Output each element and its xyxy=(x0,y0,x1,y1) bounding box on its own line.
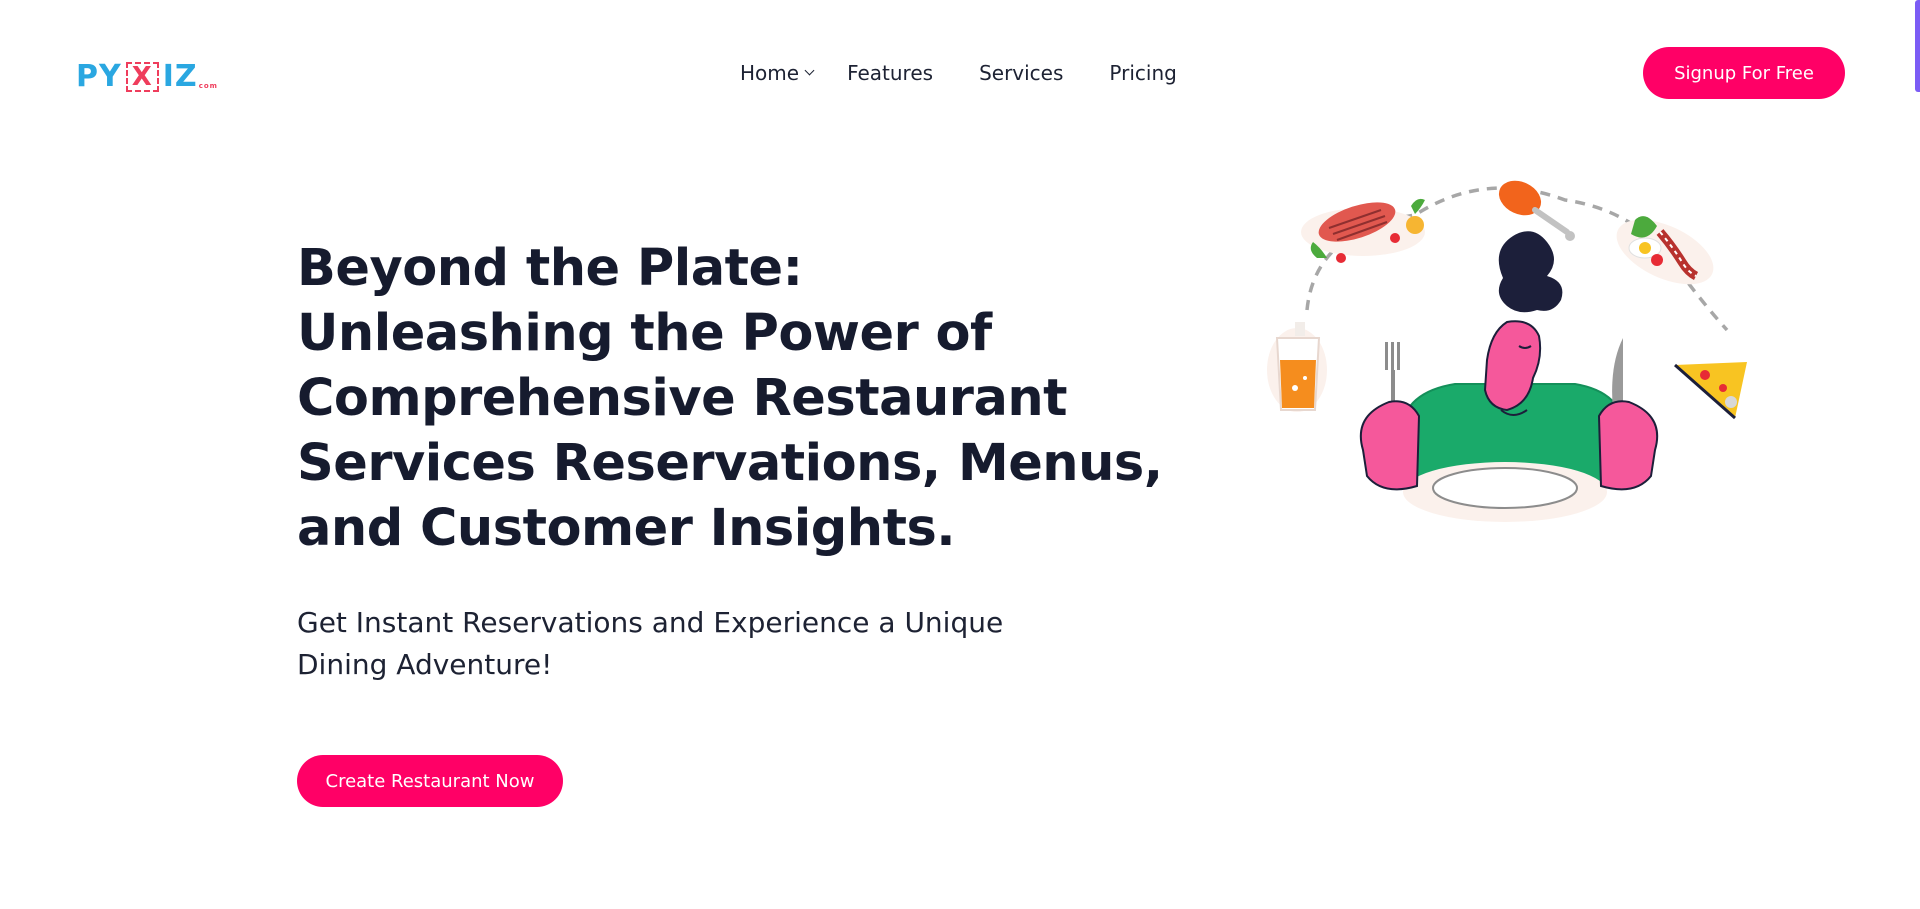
logo-text-right: IZ xyxy=(162,59,198,94)
hero-title-line: Beyond the Plate: xyxy=(297,239,803,298)
steak-icon xyxy=(1301,198,1425,263)
eggs-bacon-icon xyxy=(1616,216,1714,285)
hero-title-line: and Customer Insights. xyxy=(297,499,956,558)
nav-item-home[interactable]: Home xyxy=(740,61,815,85)
brand-logo[interactable]: PY X IZ com xyxy=(76,56,218,92)
logo-tag: com xyxy=(198,82,218,90)
hero-subtitle: Get Instant Reservations and Experience … xyxy=(297,602,1057,686)
logo-text-middle: X xyxy=(125,62,159,92)
create-restaurant-button[interactable]: Create Restaurant Now xyxy=(297,755,563,807)
chicken-leg-icon xyxy=(1498,180,1575,241)
pizza-slice-icon xyxy=(1674,362,1747,420)
person-figure xyxy=(1359,231,1659,522)
hero-subtitle-line: Dining Adventure! xyxy=(297,648,553,681)
signup-button[interactable]: Signup For Free xyxy=(1643,47,1845,99)
nav-item-services-label: Services xyxy=(979,61,1064,85)
chevron-down-icon xyxy=(804,65,815,76)
hero-illustration xyxy=(1267,180,1747,522)
site-header: PY X IZ com Home Features Services Prici… xyxy=(0,0,1920,148)
drink-glass-icon xyxy=(1267,322,1327,412)
logo-text-left: PY xyxy=(76,59,122,94)
nav-item-services[interactable]: Services xyxy=(979,61,1063,85)
hero-subtitle-line: Get Instant Reservations and Experience … xyxy=(297,606,1004,639)
nav-item-pricing-label: Pricing xyxy=(1109,61,1177,85)
nav-item-features-label: Features xyxy=(847,61,934,85)
main-nav: Home Features Services Pricing xyxy=(740,58,1177,88)
hero-title-line: Comprehensive Restaurant xyxy=(297,369,1068,428)
hero-title-line: Unleashing the Power of xyxy=(297,304,992,363)
hero-title-line: Services Reservations, Menus, xyxy=(297,434,1163,493)
nav-item-home-label: Home xyxy=(740,61,800,85)
nav-item-features[interactable]: Features xyxy=(847,61,933,85)
nav-item-pricing[interactable]: Pricing xyxy=(1109,61,1176,85)
hero-title: Beyond the Plate: Unleashing the Power o… xyxy=(297,236,1163,561)
